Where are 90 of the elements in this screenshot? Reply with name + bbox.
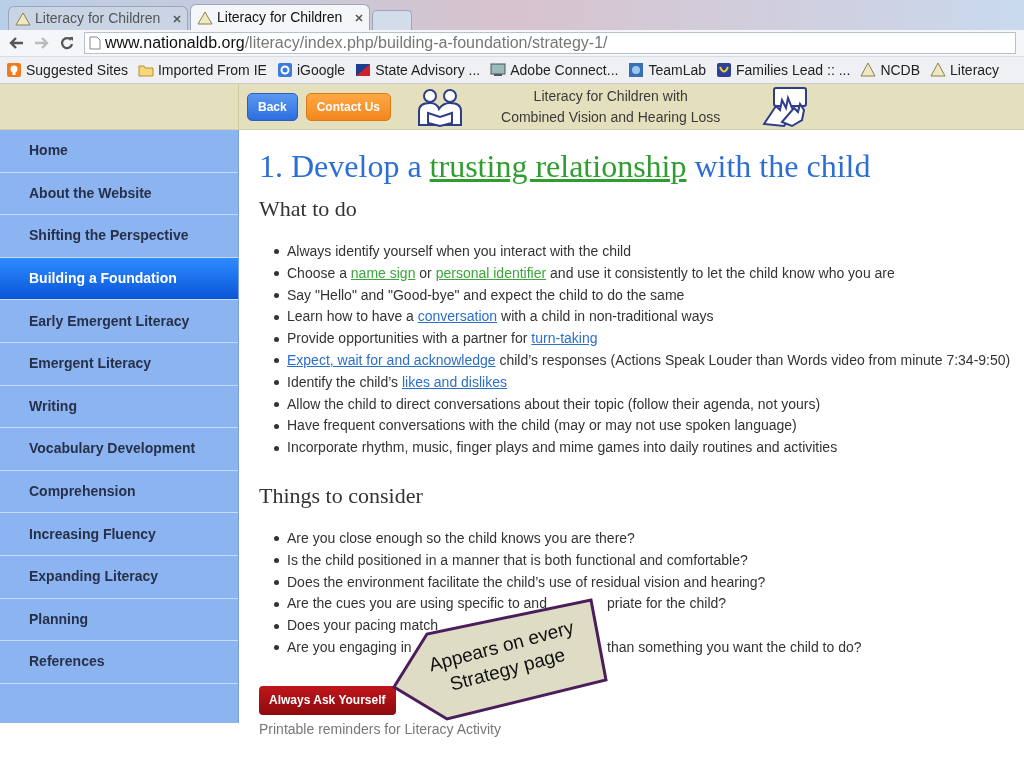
page-heading: 1. Develop a trusting relationship with the child xyxy=(259,147,872,186)
browser-tab[interactable]: Literacy for Children xyxy=(190,4,370,30)
list-item-text: Allow the child to direct conversations about their topic (follow their agenda, not yours) xyxy=(287,394,821,414)
sidebar-item[interactable]: Vocabulary Development xyxy=(0,428,238,471)
text-link[interactable]: conversation xyxy=(417,308,498,325)
site-title: Literacy for Children with xyxy=(532,86,689,106)
list-item-text: Are the cues you are using specific to and xyxy=(287,595,547,612)
list-item-text: Always identify yourself when you interact with the child xyxy=(287,242,631,261)
back-button[interactable]: Back xyxy=(247,92,298,121)
section-heading: What to do xyxy=(259,195,358,223)
list-item-text: Does the environment facilitate the child’s use of residual vision and hearing? xyxy=(287,573,766,590)
reload-icon[interactable] xyxy=(60,36,74,50)
text-link[interactable]: name sign xyxy=(350,264,416,281)
always-ask-yourself-button[interactable]: Always Ask Yourself xyxy=(259,685,396,715)
bullet-icon xyxy=(274,601,279,607)
bookmark-link[interactable]: Adobe Connect... xyxy=(490,59,619,81)
sidebar-item[interactable]: Building a Foundation xyxy=(0,257,238,301)
tab-title: Literacy for Children xyxy=(217,8,344,27)
bookmark-link[interactable]: TeamLab xyxy=(628,59,706,81)
list-item-text: Identify the child’s likes and dislikes xyxy=(287,372,507,392)
bookmark-link[interactable]: Suggested Sites xyxy=(6,59,128,81)
text-link[interactable]: turn-taking xyxy=(531,330,598,347)
list-item-text: Have frequent conversations with the child (may or may not use spoken language) xyxy=(287,416,797,436)
list-item-text: Learn how to have a conversation with a child in non-traditional ways xyxy=(287,307,714,327)
page-icon xyxy=(89,36,101,50)
sidebar-item[interactable]: Comprehension xyxy=(0,470,238,514)
sidebar-item[interactable]: Emergent Literacy xyxy=(0,342,238,386)
browser-tab[interactable]: Literacy for Children xyxy=(8,6,188,30)
bullet-icon xyxy=(274,271,279,277)
bookmark-link[interactable]: Literacy xyxy=(930,59,1000,81)
bullet-icon xyxy=(274,358,279,364)
bullet-icon xyxy=(274,558,279,564)
list-item-text: Are you engaging in xyxy=(287,638,412,655)
bookmark-link[interactable]: iGoogle xyxy=(276,59,346,81)
list-item-text: Choose a name sign or personal identifier and use it consistently to let the child know who you are xyxy=(287,263,895,283)
list-item-text: than something you want the child to do? xyxy=(607,638,862,655)
flag-icon xyxy=(355,62,372,78)
address-bar[interactable]: www.nationaldb.org/literacy/index.php/building-a-foundation/strategy-1/ xyxy=(84,32,1016,54)
text-link[interactable]: trusting relationship xyxy=(429,148,687,184)
back-arrow-icon[interactable] xyxy=(8,36,24,50)
triangle-icon xyxy=(930,62,947,78)
sidebar-item[interactable]: Writing xyxy=(0,385,238,429)
bullet-icon xyxy=(274,645,279,651)
sidebar-item[interactable]: References xyxy=(0,641,238,684)
bookmark-link[interactable]: Families Lead :: ... xyxy=(716,59,851,81)
bullet-icon xyxy=(274,380,279,386)
sidebar-item[interactable]: Home xyxy=(0,130,238,173)
list-item-text: Incorporate rhythm, music, finger plays and mime games into daily routines and activities xyxy=(287,438,838,458)
bullet-icon xyxy=(274,579,279,585)
monitor-icon xyxy=(490,62,507,78)
sidebar-item[interactable]: About the Website xyxy=(0,172,238,216)
tab-title: Literacy for Children xyxy=(35,9,162,28)
list-item-text: Does your pacing match xyxy=(287,617,438,634)
bullet-icon xyxy=(274,536,279,542)
section-heading: Things to consider xyxy=(259,481,424,510)
text-link[interactable]: Expect, wait for and acknowledge xyxy=(287,352,496,368)
bullet-icon xyxy=(274,336,279,342)
bullet-icon xyxy=(274,314,279,320)
list-item-text: Are you close enough so the child knows you are there? xyxy=(287,529,635,546)
site-title: Combined Vision and Hearing Loss xyxy=(501,107,721,127)
lightbulb-icon xyxy=(6,62,22,78)
list-item-text: Say "Hello" and "Good-bye" and expect the child to do the same xyxy=(287,285,685,305)
list-item-text: Is the child positioned in a manner that is both functional and comfortable? xyxy=(287,551,748,568)
folder-icon xyxy=(137,62,154,78)
bullet-icon xyxy=(274,293,279,298)
list-item-text: Provide opportunities with a partner for turn-taking xyxy=(287,329,598,349)
text-link[interactable]: personal identifier xyxy=(435,264,547,281)
sidebar-item[interactable]: Planning xyxy=(0,598,238,642)
close-icon[interactable] xyxy=(355,13,363,22)
bookmark-link[interactable]: State Advisory ... xyxy=(355,59,481,81)
triangle-icon xyxy=(197,10,213,25)
bullet-icon xyxy=(274,423,279,429)
bullet-icon xyxy=(274,249,279,255)
bullet-icon xyxy=(274,623,279,629)
list-item-text: Expect, wait for and acknowledge child’s responses (Actions Speak Louder than Words video from minute 7:34-9:50) xyxy=(287,351,1011,370)
url-text: www.nationaldb.org/literacy/index.php/building-a-foundation/strategy-1/ xyxy=(105,33,608,53)
sidebar-item[interactable]: Increasing Fluency xyxy=(0,513,238,556)
caption-text: Printable reminders for Literacy Activity xyxy=(259,719,502,739)
sidebar-item[interactable]: Early Emergent Literacy xyxy=(0,300,238,343)
sidebar-item[interactable]: Expanding Literacy xyxy=(0,555,238,599)
close-icon[interactable] xyxy=(173,14,181,23)
bullet-icon xyxy=(274,445,279,451)
bookmark-link[interactable]: Imported From IE xyxy=(137,59,267,81)
triangle-icon xyxy=(860,62,877,78)
list-item-text: priate for the child? xyxy=(607,595,727,612)
text-link[interactable]: likes and dislikes xyxy=(401,373,507,390)
triangle-icon xyxy=(15,11,31,26)
bookmark-link[interactable]: NCDB xyxy=(860,59,921,81)
bullet-icon xyxy=(274,401,279,407)
sidebar-item[interactable]: Shifting the Perspective xyxy=(0,215,238,258)
